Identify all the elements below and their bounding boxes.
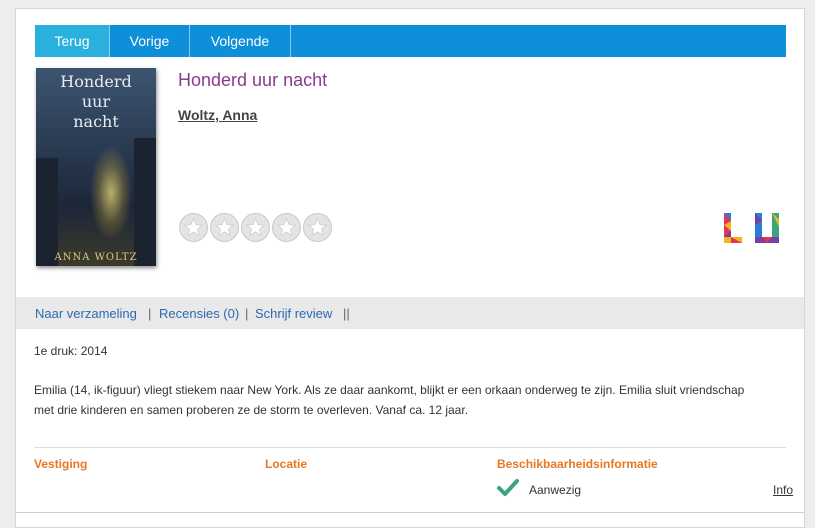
book-cover-image[interactable]: Honderd uur nacht ANNA WOLTZ <box>36 68 156 266</box>
divider <box>34 447 786 448</box>
location-column-header: Locatie <box>265 457 308 471</box>
cover-title-line: uur <box>81 92 111 111</box>
link-separator: | <box>148 306 152 321</box>
author-link[interactable]: Woltz, Anna <box>178 107 257 123</box>
star-icon[interactable] <box>303 213 332 242</box>
star-icon[interactable] <box>241 213 270 242</box>
cover-title: Honderd uur nacht <box>36 72 156 132</box>
previous-button[interactable]: Vorige <box>110 25 190 57</box>
link-separator: | <box>245 306 249 321</box>
link-separator: || <box>343 306 350 321</box>
record-links-bar: Naar verzameling | Recensies (0) | Schri… <box>16 297 804 329</box>
write-review-link[interactable]: Schrijf review <box>255 306 332 321</box>
cover-title-line: Honderd <box>60 72 132 91</box>
reviews-link[interactable]: Recensies (0) <box>159 306 239 321</box>
book-summary: Emilia (14, ik-figuur) vliegt stiekem na… <box>34 383 745 417</box>
back-button[interactable]: Terug <box>35 25 110 57</box>
cover-author: ANNA WOLTZ <box>54 252 138 263</box>
cover-building <box>36 158 58 266</box>
cover-building <box>134 138 156 266</box>
star-icon[interactable] <box>272 213 301 242</box>
checkmark-icon <box>497 479 519 502</box>
edition-info: 1e druk: 2014 <box>34 344 108 358</box>
next-button[interactable]: Volgende <box>190 25 291 57</box>
book-title: Honderd uur nacht <box>178 70 328 90</box>
to-collection-link[interactable]: Naar verzameling <box>35 306 137 321</box>
record-navigation: Terug Vorige Volgende <box>35 25 786 57</box>
star-icon[interactable] <box>179 213 208 242</box>
info-link[interactable]: Info <box>773 483 793 497</box>
lu-logo <box>722 211 782 250</box>
star-icon[interactable] <box>210 213 239 242</box>
availability-column-header: Beschikbaarheidsinformatie <box>497 457 658 471</box>
branch-column-header: Vestiging <box>34 457 88 471</box>
cover-light <box>91 148 131 238</box>
cover-title-line: nacht <box>73 112 119 131</box>
divider <box>16 512 804 513</box>
availability-status: Aanwezig <box>529 483 582 497</box>
